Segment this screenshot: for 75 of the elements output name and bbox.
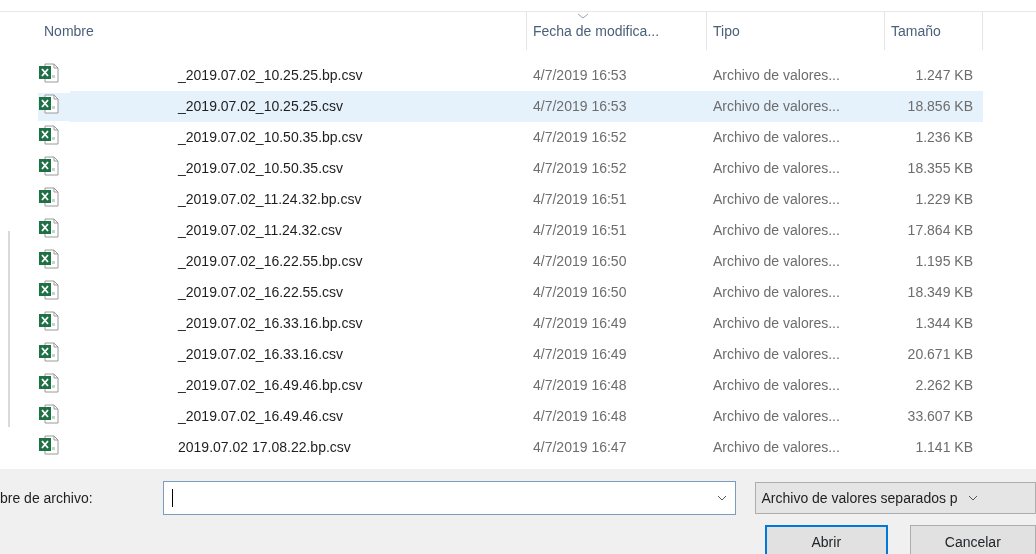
file-type: Archivo de valores... (712, 221, 840, 240)
file-type: Archivo de valores... (712, 128, 840, 147)
file-icon (38, 247, 60, 270)
file-size: 1.236 KB (914, 128, 974, 147)
file-icon (38, 309, 60, 332)
file-icon (38, 340, 60, 363)
filename-field[interactable] (162, 481, 736, 515)
file-type: Archivo de valores... (712, 438, 840, 457)
file-name[interactable]: 2019.07.02 17.08.22.bp.csv (70, 437, 351, 458)
file-name[interactable]: _2019.07.02_11.24.32.bp.csv (70, 189, 362, 210)
modified-date: 4/7/2019 16:53 (532, 97, 627, 116)
file-type: Archivo de valores... (712, 252, 840, 271)
file-name[interactable]: _2019.07.02_11.24.32.csv (70, 220, 342, 241)
file-name[interactable]: _2019.07.02_16.49.46.bp.csv (70, 375, 363, 396)
file-type-dropdown[interactable]: Archivo de valores separados p (754, 482, 1036, 514)
file-size: 1.229 KB (914, 190, 974, 209)
file-size: 18.349 KB (906, 283, 974, 302)
file-icon (38, 216, 60, 239)
file-type: Archivo de valores... (712, 376, 840, 395)
modified-date: 4/7/2019 16:49 (532, 314, 627, 333)
modified-date: 4/7/2019 16:50 (532, 283, 627, 302)
file-type: Archivo de valores... (712, 407, 840, 426)
column-header[interactable]: Fecha de modifica... (527, 12, 707, 50)
modified-date: 4/7/2019 16:51 (532, 221, 627, 240)
file-type: Archivo de valores... (712, 190, 840, 209)
file-size: 1.247 KB (914, 66, 974, 85)
file-type: Archivo de valores... (712, 66, 840, 85)
file-size: 20.671 KB (906, 345, 974, 364)
file-type: Archivo de valores... (712, 345, 840, 364)
file-name[interactable]: _2019.07.02_16.33.16.bp.csv (70, 313, 363, 334)
file-size: 18.355 KB (906, 159, 974, 178)
file-type: Archivo de valores... (712, 159, 840, 178)
modified-date: 4/7/2019 16:48 (532, 407, 627, 426)
file-icon (38, 433, 60, 456)
modified-date: 4/7/2019 16:53 (532, 66, 627, 85)
file-name[interactable]: _2019.07.02_16.22.55.bp.csv (70, 251, 363, 272)
column-header[interactable]: Tipo (707, 12, 885, 50)
chevron-down-icon[interactable] (967, 495, 978, 501)
modified-date: 4/7/2019 16:50 (532, 252, 627, 271)
file-icon (38, 61, 60, 84)
column-header[interactable]: Tamaño (885, 12, 983, 50)
file-type: Archivo de valores... (712, 97, 840, 116)
file-name[interactable]: _2019.07.02_16.22.55.csv (70, 282, 344, 303)
file-icon (38, 278, 60, 301)
file-icon (38, 185, 60, 208)
file-type: Archivo de valores... (712, 283, 840, 302)
file-name[interactable]: _2019.07.02_10.50.35.csv (70, 158, 344, 179)
file-icon (38, 154, 60, 177)
modified-date: 4/7/2019 16:49 (532, 345, 627, 364)
dialog-button[interactable]: Abrir (765, 525, 888, 554)
column-header[interactable]: Nombre (38, 12, 527, 50)
file-size: 1.195 KB (914, 252, 974, 271)
file-type: Archivo de valores... (712, 314, 840, 333)
modified-date: 4/7/2019 16:48 (532, 376, 627, 395)
file-name[interactable]: _2019.07.02_16.33.16.csv (70, 344, 344, 365)
modified-date: 4/7/2019 16:52 (532, 159, 627, 178)
modified-date: 4/7/2019 16:51 (532, 190, 627, 209)
file-size: 33.607 KB (906, 407, 974, 426)
file-icon (38, 371, 60, 394)
file-icon (38, 402, 60, 425)
file-name[interactable]: _2019.07.02_10.25.25.bp.csv (70, 65, 363, 86)
dialog-button[interactable]: Cancelar (909, 525, 1036, 554)
file-size: 18.856 KB (906, 97, 974, 116)
chevron-down-icon[interactable] (716, 495, 727, 501)
modified-date: 4/7/2019 16:47 (532, 438, 627, 457)
file-size: 1.141 KB (914, 438, 974, 457)
modified-date: 4/7/2019 16:52 (532, 128, 627, 147)
file-name[interactable]: _2019.07.02_16.49.46.csv (70, 406, 344, 427)
file-size: 17.864 KB (906, 221, 974, 240)
file-icon (38, 92, 60, 115)
file-size: 2.262 KB (914, 376, 974, 395)
file-size: 1.344 KB (914, 314, 974, 333)
field-label: bre de archivo: (0, 488, 94, 508)
file-name[interactable]: _2019.07.02_10.50.35.bp.csv (70, 127, 363, 148)
file-icon (38, 123, 60, 146)
